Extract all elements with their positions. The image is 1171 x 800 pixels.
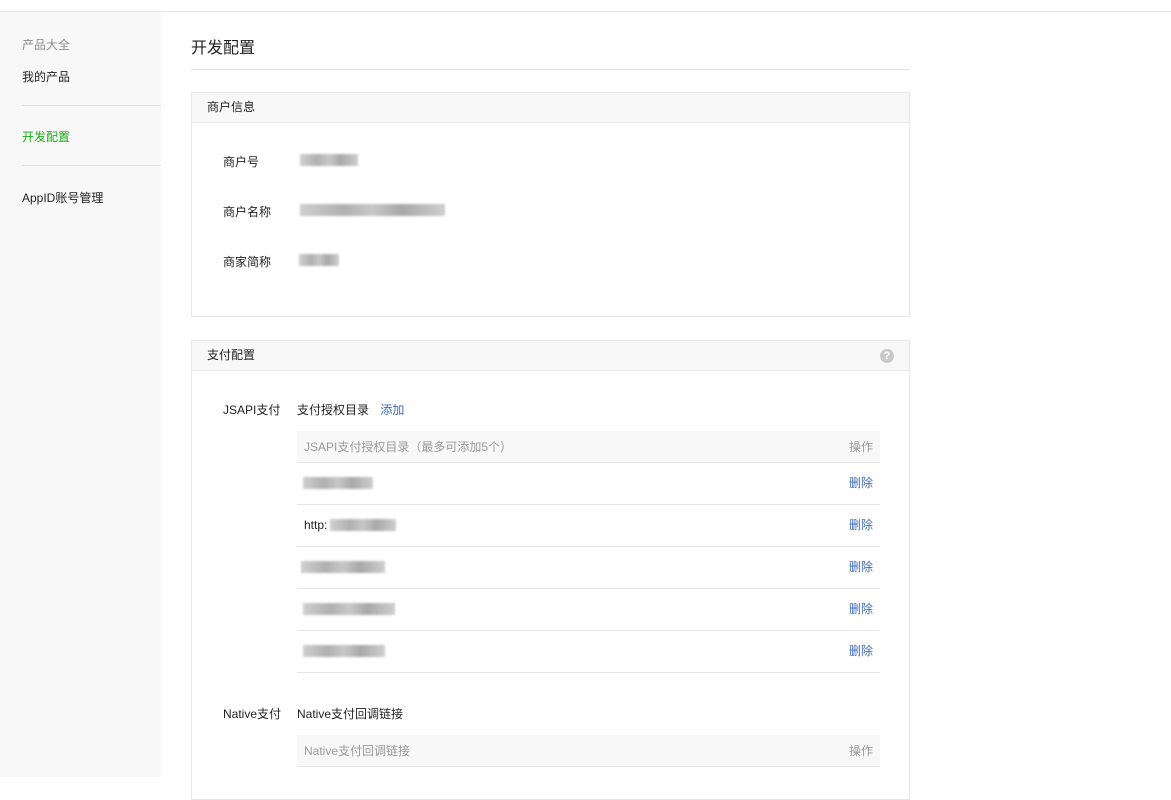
merchant-name-value <box>300 204 445 216</box>
divider <box>191 69 910 70</box>
panel-header: 商户信息 <box>192 93 909 123</box>
help-icon[interactable]: ? <box>880 349 894 363</box>
table-header: JSAPI支付授权目录（最多可添加5个） 操作 <box>297 431 880 463</box>
delete-link[interactable]: 删除 <box>849 589 873 629</box>
merchant-short-name-label: 商家简称 <box>223 255 272 269</box>
add-link[interactable]: 添加 <box>380 403 404 417</box>
top-bar <box>0 0 1171 12</box>
panel-title: 商户信息 <box>207 100 256 114</box>
sidebar: 产品大全 我的产品 开发配置 AppID账号管理 <box>0 12 161 777</box>
native-table: Native支付回调链接 操作 <box>297 735 880 767</box>
jsapi-table: JSAPI支付授权目录（最多可添加5个） 操作 删除 http: 删除 删除 删除 … <box>297 431 880 673</box>
native-callback-label: Native支付回调链接 <box>297 707 404 721</box>
delete-link[interactable]: 删除 <box>849 505 873 545</box>
payment-config-panel: 支付配置? JSAPI支付 支付授权目录 添加 JSAPI支付授权目录（最多可添… <box>191 340 910 800</box>
delete-link[interactable]: 删除 <box>849 547 873 587</box>
table-row: http: 删除 <box>297 505 880 547</box>
delete-link[interactable]: 删除 <box>849 463 873 503</box>
sidebar-item-my-products[interactable]: 我的产品 <box>22 68 70 85</box>
auth-dir-label: 支付授权目录 <box>297 403 370 417</box>
dir-value-redacted <box>303 645 385 657</box>
merchant-id-label: 商户号 <box>223 155 260 169</box>
dir-value-redacted <box>303 477 373 489</box>
jsapi-label: JSAPI支付 <box>223 403 281 417</box>
table-row: 删除 <box>297 463 880 505</box>
merchant-short-name-value <box>299 254 339 266</box>
page-title: 开发配置 <box>191 40 256 57</box>
table-row: 删除 <box>297 547 880 589</box>
column-header-op: 操作 <box>848 744 873 758</box>
panel-header: 支付配置? <box>192 341 909 371</box>
column-header-op: 操作 <box>848 440 873 454</box>
merchant-info-panel: 商户信息 商户号 商户名称 商家简称 <box>191 92 910 317</box>
sidebar-section-title: 产品大全 <box>22 38 71 52</box>
merchant-name-label: 商户名称 <box>223 205 272 219</box>
dir-value-redacted <box>303 603 395 615</box>
merchant-id-value <box>300 154 358 166</box>
column-header-dir: JSAPI支付授权目录（最多可添加5个） <box>304 440 513 454</box>
dir-value: http: <box>304 518 328 532</box>
table-header: Native支付回调链接 操作 <box>297 735 880 767</box>
divider <box>22 165 161 166</box>
panel-title: 支付配置 <box>207 348 256 362</box>
table-row: 删除 <box>297 631 880 673</box>
sidebar-item-dev-config[interactable]: 开发配置 <box>22 128 70 145</box>
divider <box>22 105 161 106</box>
dir-value-redacted <box>301 561 385 573</box>
dir-value-redacted <box>330 519 396 531</box>
column-header-callback: Native支付回调链接 <box>304 744 411 758</box>
sidebar-item-appid-management[interactable]: AppID账号管理 <box>22 189 103 206</box>
delete-link[interactable]: 删除 <box>849 631 873 671</box>
table-row: 删除 <box>297 589 880 631</box>
native-label: Native支付 <box>223 707 282 721</box>
